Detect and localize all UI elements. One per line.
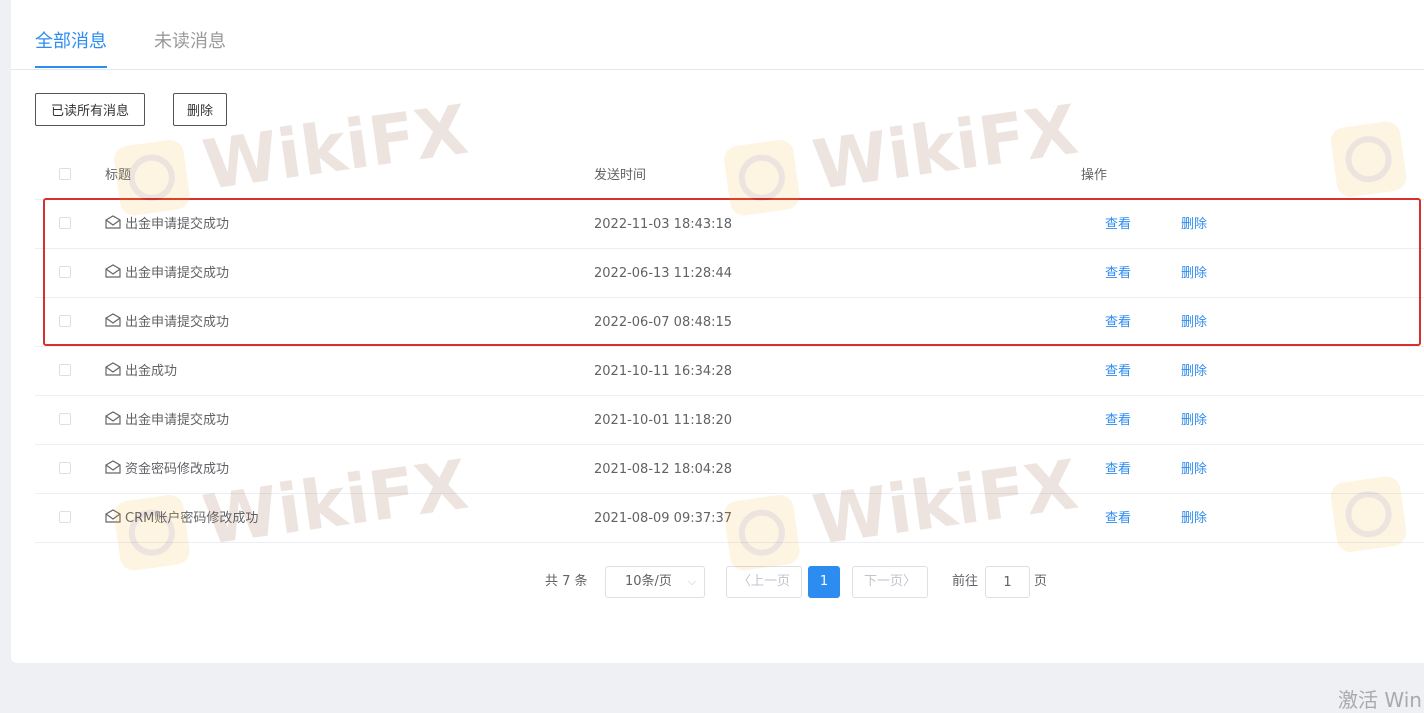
row-checkbox[interactable] <box>59 462 71 474</box>
delete-link[interactable]: 删除 <box>1181 249 1207 298</box>
tab-unread-messages[interactable]: 未读消息 <box>154 29 226 55</box>
tab-all-messages[interactable]: 全部消息 <box>35 29 107 55</box>
table-row: 资金密码修改成功 2021-08-12 18:04:28 查看 删除 <box>35 445 1424 494</box>
message-title-text: 资金密码修改成功 <box>125 462 230 477</box>
envelope-open-icon <box>105 397 121 425</box>
message-sent-time: 2021-08-12 18:04:28 <box>594 462 733 477</box>
table-row: 出金成功 2021-10-11 16:34:28 查看 删除 <box>35 347 1424 396</box>
message-title[interactable]: 出金申请提交成功 <box>105 249 229 298</box>
row-checkbox[interactable] <box>59 413 71 425</box>
envelope-open-icon <box>105 495 121 523</box>
os-activation-text: 激活 Win <box>1338 688 1422 712</box>
message-title[interactable]: 出金申请提交成功 <box>105 298 229 347</box>
goto-page-input[interactable] <box>985 566 1030 598</box>
page-size-value: 10条/页 <box>625 574 672 589</box>
select-all-checkbox[interactable] <box>59 168 71 180</box>
column-actions-header: 操作 <box>1081 168 1108 183</box>
row-checkbox[interactable] <box>59 364 71 376</box>
prev-page-label: 上一页 <box>751 574 791 589</box>
message-sent-time: 2021-10-01 11:18:20 <box>594 413 733 428</box>
message-sent-time: 2022-06-07 08:48:15 <box>594 315 733 330</box>
view-link[interactable]: 查看 <box>1105 298 1131 347</box>
next-page-label: 下一页 <box>863 574 903 589</box>
mark-all-read-button[interactable]: 已读所有消息 <box>35 93 145 126</box>
message-title[interactable]: CRM账户密码修改成功 <box>105 494 258 543</box>
table-row: 出金申请提交成功 2021-10-01 11:18:20 查看 删除 <box>35 396 1424 445</box>
view-link[interactable]: 查看 <box>1105 396 1131 445</box>
tab-bar: 全部消息 未读消息 <box>11 0 1424 70</box>
page-number-current[interactable]: 1 <box>808 566 840 598</box>
delete-link[interactable]: 删除 <box>1181 347 1207 396</box>
table-header: 标题 发送时间 操作 <box>35 151 1424 200</box>
message-title-text: 出金申请提交成功 <box>125 413 230 428</box>
chevron-down-icon: ⌵ <box>687 575 696 588</box>
message-title-text: CRM账户密码修改成功 <box>125 511 259 526</box>
envelope-open-icon <box>105 250 121 278</box>
message-title[interactable]: 出金申请提交成功 <box>105 396 229 445</box>
chevron-right-icon: 〉 <box>903 574 917 589</box>
message-title-text: 出金申请提交成功 <box>125 315 230 330</box>
envelope-open-icon <box>105 348 121 376</box>
row-checkbox[interactable] <box>59 266 71 278</box>
chevron-left-icon: 〈 <box>737 574 751 589</box>
delete-selected-button[interactable]: 删除 <box>173 93 227 126</box>
message-sent-time: 2022-06-13 11:28:44 <box>594 266 733 281</box>
message-sent-time: 2021-08-09 09:37:37 <box>594 511 733 526</box>
page-size-select[interactable]: 10条/页 ⌵ <box>605 566 705 598</box>
row-checkbox[interactable] <box>59 217 71 229</box>
pagination-total: 共 7 条 <box>545 574 588 589</box>
table-row: 出金申请提交成功 2022-06-07 08:48:15 查看 删除 <box>35 298 1424 347</box>
view-link[interactable]: 查看 <box>1105 249 1131 298</box>
goto-label: 前往 <box>952 574 979 589</box>
active-tab-indicator <box>35 66 107 68</box>
envelope-open-icon <box>105 299 121 327</box>
table-row: 出金申请提交成功 2022-06-13 11:28:44 查看 删除 <box>35 249 1424 298</box>
envelope-open-icon <box>105 446 121 474</box>
column-title-header: 标题 <box>105 168 132 183</box>
prev-page-button[interactable]: 〈上一页 <box>726 566 802 598</box>
message-title-text: 出金申请提交成功 <box>125 266 230 281</box>
view-link[interactable]: 查看 <box>1105 494 1131 543</box>
view-link[interactable]: 查看 <box>1105 200 1131 249</box>
delete-link[interactable]: 删除 <box>1181 200 1207 249</box>
message-title-text: 出金申请提交成功 <box>125 217 230 232</box>
row-checkbox[interactable] <box>59 315 71 327</box>
delete-link[interactable]: 删除 <box>1181 445 1207 494</box>
delete-link[interactable]: 删除 <box>1181 396 1207 445</box>
messages-panel: 全部消息 未读消息 已读所有消息 删除 标题 发送时间 操作 出金申请提交成功 2… <box>11 0 1424 663</box>
delete-link[interactable]: 删除 <box>1181 298 1207 347</box>
message-sent-time: 2022-11-03 18:43:18 <box>594 217 733 232</box>
next-page-button[interactable]: 下一页〉 <box>852 566 928 598</box>
table-row: CRM账户密码修改成功 2021-08-09 09:37:37 查看 删除 <box>35 494 1424 543</box>
table-row: 出金申请提交成功 2022-11-03 18:43:18 查看 删除 <box>35 200 1424 249</box>
view-link[interactable]: 查看 <box>1105 347 1131 396</box>
message-title[interactable]: 出金申请提交成功 <box>105 200 229 249</box>
message-title[interactable]: 资金密码修改成功 <box>105 445 229 494</box>
view-link[interactable]: 查看 <box>1105 445 1131 494</box>
message-title[interactable]: 出金成功 <box>105 347 177 396</box>
delete-link[interactable]: 删除 <box>1181 494 1207 543</box>
page-unit-label: 页 <box>1034 574 1048 589</box>
column-time-header: 发送时间 <box>594 168 647 183</box>
row-checkbox[interactable] <box>59 511 71 523</box>
message-sent-time: 2021-10-11 16:34:28 <box>594 364 733 379</box>
envelope-open-icon <box>105 201 121 229</box>
message-title-text: 出金成功 <box>125 364 178 379</box>
